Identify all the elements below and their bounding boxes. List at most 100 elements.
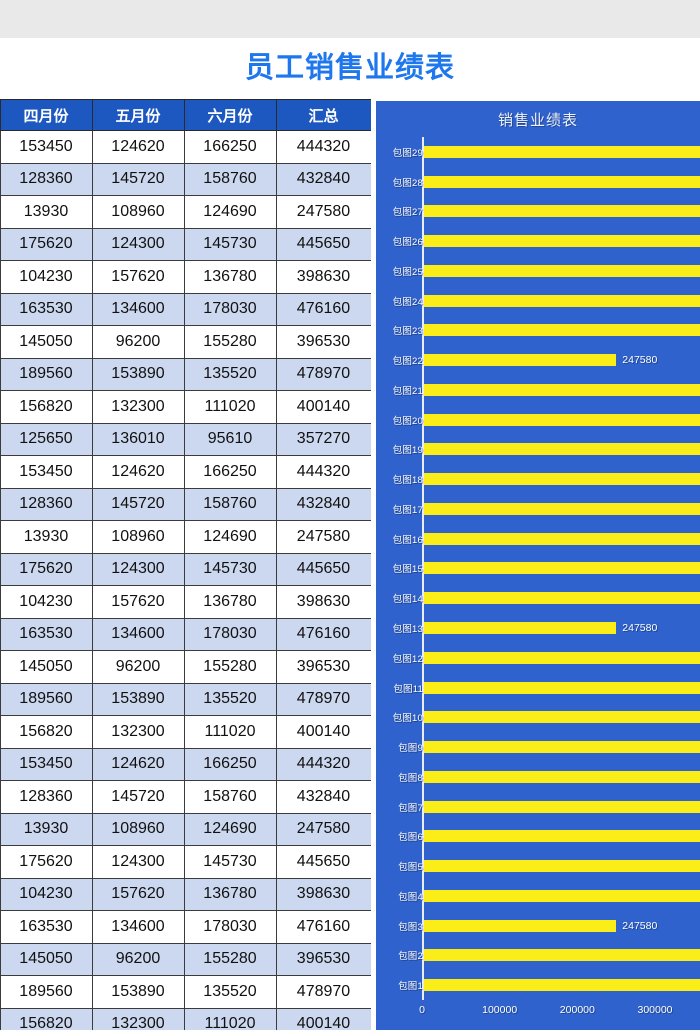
chart-bar[interactable] bbox=[424, 770, 700, 783]
table-row[interactable]: 145050 96200 155280 396530 bbox=[0, 325, 371, 359]
table-cell[interactable]: 104230 bbox=[0, 585, 93, 619]
table-cell[interactable]: 476160 bbox=[275, 910, 371, 944]
table-cell[interactable]: 478970 bbox=[275, 975, 371, 1009]
table-row[interactable]: 175620 124300 145730 445650 bbox=[0, 227, 371, 261]
chart-bar[interactable] bbox=[424, 324, 700, 337]
table-cell[interactable]: 156820 bbox=[0, 390, 93, 424]
table-cell[interactable]: 432840 bbox=[275, 780, 371, 814]
table-column-header[interactable]: 汇总 bbox=[275, 99, 371, 131]
table-row[interactable]: 175620 124300 145730 445650 bbox=[0, 845, 371, 879]
chart-bar[interactable] bbox=[424, 562, 700, 575]
chart-bar[interactable] bbox=[424, 711, 700, 724]
table-cell[interactable]: 124690 bbox=[183, 195, 277, 229]
table-cell[interactable]: 108960 bbox=[91, 812, 185, 846]
table-row[interactable]: 128360 145720 158760 432840 bbox=[0, 780, 371, 814]
table-cell[interactable]: 136780 bbox=[183, 585, 277, 619]
table-cell[interactable]: 95610 bbox=[183, 422, 277, 456]
table-row[interactable]: 125650 136010 95610 357270 bbox=[0, 422, 371, 456]
table-cell[interactable]: 145730 bbox=[183, 845, 277, 879]
table-cell[interactable]: 145050 bbox=[0, 942, 93, 976]
chart-bar[interactable] bbox=[424, 681, 700, 694]
chart-bar[interactable] bbox=[424, 473, 700, 486]
table-cell[interactable]: 157620 bbox=[91, 260, 185, 294]
table-row[interactable]: 153450 124620 166250 444320 bbox=[0, 455, 371, 489]
table-cell[interactable]: 124620 bbox=[91, 455, 185, 489]
table-cell[interactable]: 400140 bbox=[275, 715, 371, 749]
chart-bar[interactable] bbox=[424, 145, 700, 158]
table-cell[interactable]: 136780 bbox=[183, 877, 277, 911]
chart-bar[interactable] bbox=[424, 532, 700, 545]
table-row[interactable]: 104230 157620 136780 398630 bbox=[0, 585, 371, 619]
table-row[interactable]: 189560 153890 135520 478970 bbox=[0, 682, 371, 716]
table-cell[interactable]: 166250 bbox=[183, 130, 277, 164]
chart-bar[interactable] bbox=[424, 502, 700, 515]
table-cell[interactable]: 166250 bbox=[183, 455, 277, 489]
table-cell[interactable]: 156820 bbox=[0, 715, 93, 749]
table-cell[interactable]: 104230 bbox=[0, 260, 93, 294]
table-cell[interactable]: 158760 bbox=[183, 780, 277, 814]
table-row[interactable]: 13930 108960 124690 247580 bbox=[0, 195, 371, 229]
table-cell[interactable]: 111020 bbox=[183, 390, 277, 424]
table-cell[interactable]: 145050 bbox=[0, 650, 93, 684]
table-cell[interactable]: 124690 bbox=[183, 812, 277, 846]
table-row[interactable]: 156820 132300 111020 400140 bbox=[0, 390, 371, 424]
chart-bar[interactable] bbox=[424, 651, 700, 664]
table-cell[interactable]: 247580 bbox=[275, 520, 371, 554]
chart-bar[interactable] bbox=[424, 443, 700, 456]
table-cell[interactable]: 398630 bbox=[275, 585, 371, 619]
table-cell[interactable]: 135520 bbox=[183, 357, 277, 391]
table-cell[interactable]: 178030 bbox=[183, 910, 277, 944]
table-cell[interactable]: 128360 bbox=[0, 487, 93, 521]
table-cell[interactable]: 396530 bbox=[275, 650, 371, 684]
table-cell[interactable]: 445650 bbox=[275, 552, 371, 586]
chart-bar[interactable] bbox=[424, 741, 700, 754]
table-cell[interactable]: 145720 bbox=[91, 780, 185, 814]
table-cell[interactable]: 111020 bbox=[183, 1007, 277, 1030]
table-cell[interactable]: 357270 bbox=[275, 422, 371, 456]
table-cell[interactable]: 396530 bbox=[275, 942, 371, 976]
table-cell[interactable]: 124300 bbox=[91, 552, 185, 586]
chart-bar[interactable] bbox=[424, 354, 617, 367]
table-row[interactable]: 156820 132300 111020 400140 bbox=[0, 1007, 371, 1030]
table-cell[interactable]: 153450 bbox=[0, 455, 93, 489]
table-cell[interactable]: 132300 bbox=[91, 715, 185, 749]
chart-bar[interactable] bbox=[424, 830, 700, 843]
table-cell[interactable]: 444320 bbox=[275, 455, 371, 489]
table-cell[interactable]: 398630 bbox=[275, 877, 371, 911]
table-row[interactable]: 104230 157620 136780 398630 bbox=[0, 260, 371, 294]
table-cell[interactable]: 158760 bbox=[183, 487, 277, 521]
table-cell[interactable]: 13930 bbox=[0, 195, 93, 229]
table-row[interactable]: 153450 124620 166250 444320 bbox=[0, 130, 371, 164]
table-cell[interactable]: 155280 bbox=[183, 650, 277, 684]
table-cell[interactable]: 476160 bbox=[275, 617, 371, 651]
table-cell[interactable]: 124620 bbox=[91, 130, 185, 164]
table-cell[interactable]: 145730 bbox=[183, 227, 277, 261]
table-cell[interactable]: 132300 bbox=[91, 1007, 185, 1030]
table-cell[interactable]: 153890 bbox=[91, 357, 185, 391]
table-cell[interactable]: 157620 bbox=[91, 585, 185, 619]
chart-bar[interactable] bbox=[424, 205, 700, 218]
table-cell[interactable]: 134600 bbox=[91, 292, 185, 326]
table-cell[interactable]: 432840 bbox=[275, 162, 371, 196]
table-row[interactable]: 13930 108960 124690 247580 bbox=[0, 520, 371, 554]
chart-bar[interactable] bbox=[424, 622, 617, 634]
table-cell[interactable]: 478970 bbox=[275, 357, 371, 391]
table-cell[interactable]: 13930 bbox=[0, 520, 93, 554]
table-cell[interactable]: 178030 bbox=[183, 617, 277, 651]
chart-bar[interactable] bbox=[424, 860, 700, 873]
table-cell[interactable]: 134600 bbox=[91, 617, 185, 651]
table-cell[interactable]: 124690 bbox=[183, 520, 277, 554]
table-cell[interactable]: 108960 bbox=[91, 520, 185, 554]
table-cell[interactable]: 445650 bbox=[275, 845, 371, 879]
table-cell[interactable]: 128360 bbox=[0, 780, 93, 814]
table-row[interactable]: 153450 124620 166250 444320 bbox=[0, 747, 371, 781]
table-row[interactable]: 189560 153890 135520 478970 bbox=[0, 975, 371, 1009]
table-row[interactable]: 145050 96200 155280 396530 bbox=[0, 942, 371, 976]
table-cell[interactable]: 398630 bbox=[275, 260, 371, 294]
table-cell[interactable]: 175620 bbox=[0, 845, 93, 879]
table-cell[interactable]: 153890 bbox=[91, 975, 185, 1009]
table-cell[interactable]: 400140 bbox=[275, 1007, 371, 1030]
table-cell[interactable]: 155280 bbox=[183, 325, 277, 359]
table-row[interactable]: 163530 134600 178030 476160 bbox=[0, 292, 371, 326]
chart-bar[interactable] bbox=[424, 294, 700, 307]
